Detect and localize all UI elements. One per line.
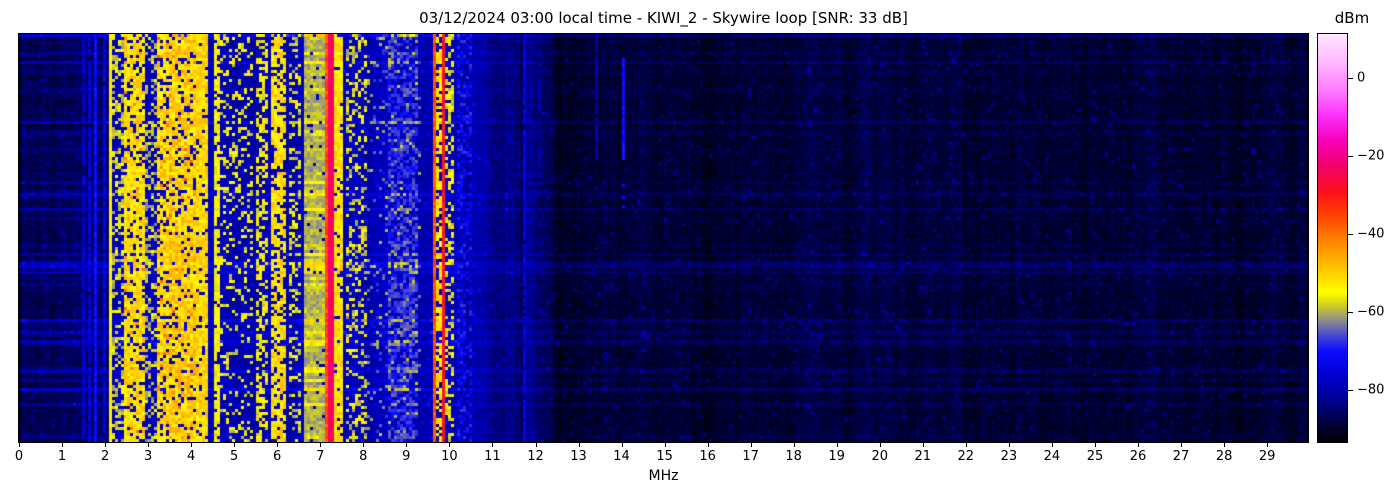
- colorbar-tick-mark: [1348, 234, 1353, 236]
- colorbar-tick-label: −20: [1357, 148, 1385, 164]
- colorbar-tick-mark: [1348, 156, 1353, 158]
- colorbar-tick-label: −60: [1357, 304, 1385, 320]
- colorbar-tick-mark: [1348, 312, 1353, 314]
- colorbar-tick-mark: [1348, 390, 1353, 392]
- spectrogram-figure: 03/12/2024 03:00 local time - KIWI_2 - S…: [0, 0, 1400, 500]
- colorbar-tick-label: −80: [1357, 382, 1385, 398]
- colorbar-ticks: 0 −20 −40 −60 −80: [0, 0, 1400, 500]
- colorbar-tick-label: −40: [1357, 226, 1385, 242]
- colorbar-tick-mark: [1348, 78, 1353, 80]
- colorbar-tick-label: 0: [1357, 70, 1366, 86]
